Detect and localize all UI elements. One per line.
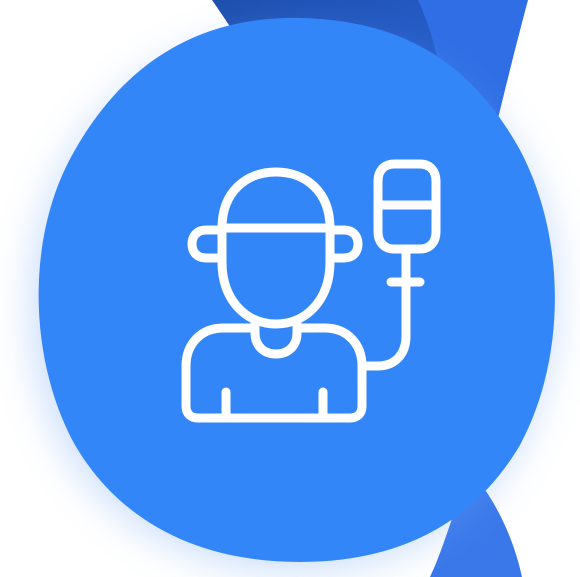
blue-blob-background (38, 17, 555, 562)
illustration-svg (36, 0, 555, 577)
illustration-canvas (0, 0, 580, 577)
